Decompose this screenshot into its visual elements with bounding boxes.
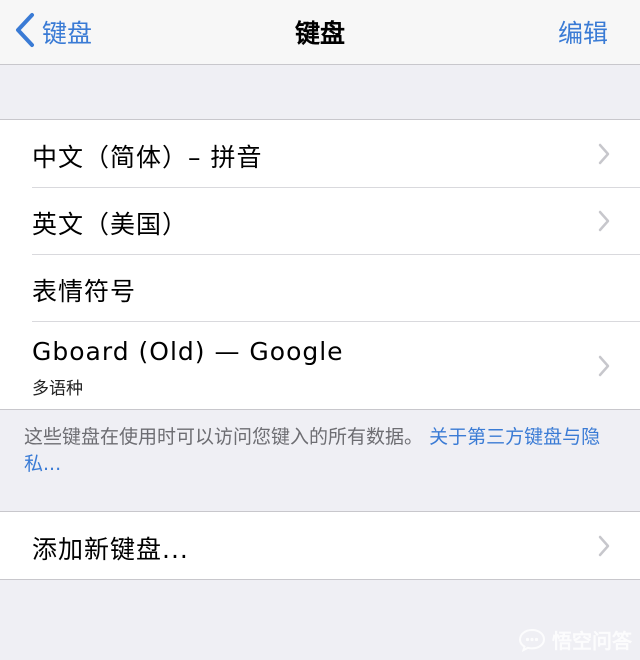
keyboard-sublabel: 多语种 <box>32 379 83 399</box>
chevron-right-icon <box>598 355 610 377</box>
keyboard-row-emoji[interactable]: 表情符号 <box>0 254 640 321</box>
add-keyboard-label: 添加新键盘... <box>32 535 189 564</box>
wukong-watermark: 悟空问答 <box>518 625 632 654</box>
add-keyboard-group: 添加新键盘... <box>0 511 640 580</box>
keyboard-row-english-us[interactable]: 英文（美国） <box>0 187 640 254</box>
privacy-note-text: 这些键盘在使用时可以访问您键入的所有数据。 <box>24 426 424 448</box>
keyboard-label: 中文（简体）– 拼音 <box>32 143 263 172</box>
keyboard-row-chinese-pinyin[interactable]: 中文（简体）– 拼音 <box>0 120 640 187</box>
navigation-bar: 键盘 键盘 编辑 <box>0 0 640 65</box>
privacy-note: 这些键盘在使用时可以访问您键入的所有数据。 关于第三方键盘与隐私... <box>24 424 624 478</box>
keyboards-list: 中文（简体）– 拼音 英文（美国） 表情符号 Gboard (Old) — Go… <box>0 119 640 410</box>
edit-button[interactable]: 编辑 <box>558 14 608 50</box>
keyboard-label: Gboard (Old) — Google <box>32 337 344 366</box>
speech-bubble-icon <box>518 628 546 652</box>
chevron-right-icon <box>598 535 610 557</box>
keyboard-label: 英文（美国） <box>32 210 189 239</box>
chevron-right-icon <box>598 210 610 232</box>
keyboard-row-gboard[interactable]: Gboard (Old) — Google 多语种 <box>0 321 640 409</box>
watermark-text: 悟空问答 <box>552 629 632 653</box>
keyboard-label: 表情符号 <box>32 277 137 306</box>
chevron-right-icon <box>598 143 610 165</box>
add-new-keyboard-row[interactable]: 添加新键盘... <box>0 512 640 579</box>
page-title: 键盘 <box>294 19 345 48</box>
